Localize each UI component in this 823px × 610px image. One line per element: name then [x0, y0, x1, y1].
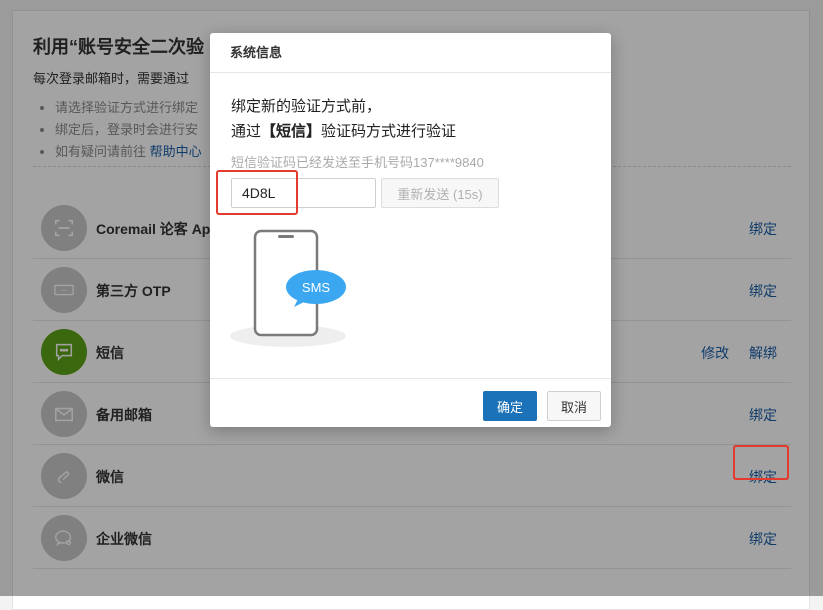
cancel-button[interactable]: 取消 [547, 391, 601, 421]
message-prefix: 通过 [231, 123, 262, 140]
sms-sent-hint: 短信验证码已经发送至手机号码137****9840 [231, 155, 484, 170]
highlight-box [733, 445, 789, 480]
dialog-message: 绑定新的验证方式前， [231, 98, 382, 115]
dialog-message: 通过【短信】验证码方式进行验证 [231, 120, 456, 141]
dialog-footer: 确定 取消 [210, 378, 611, 428]
sms-badge-text: SMS [302, 280, 331, 295]
confirm-button[interactable]: 确定 [483, 391, 537, 421]
message-method: 【短信】 [261, 123, 322, 140]
system-info-dialog: 系统信息 绑定新的验证方式前， 通过【短信】验证码方式进行验证 短信验证码已经发… [210, 33, 611, 427]
phone-sms-illustration: SMS [230, 229, 346, 347]
resend-button[interactable]: 重新发送 (15s) [381, 178, 499, 208]
dialog-title: 系统信息 [210, 33, 611, 73]
message-suffix: 验证码方式进行验证 [321, 123, 457, 140]
highlight-box [216, 170, 298, 215]
